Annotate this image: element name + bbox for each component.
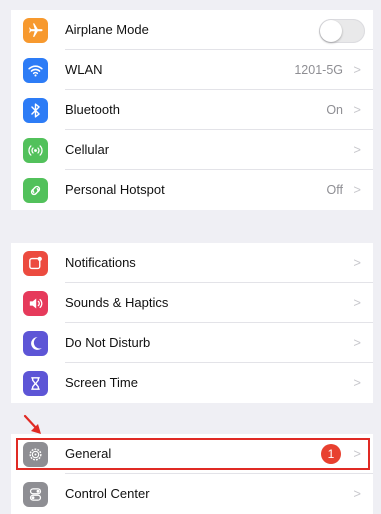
chevron-right-icon: > bbox=[353, 255, 361, 270]
bluetooth-label: Bluetooth bbox=[65, 102, 120, 117]
wlan-label: WLAN bbox=[65, 62, 103, 77]
airplane-mode-row[interactable]: Airplane Mode bbox=[11, 10, 373, 50]
chevron-right-icon: > bbox=[353, 295, 361, 310]
airplane-icon bbox=[23, 18, 48, 43]
airplane-mode-toggle[interactable] bbox=[319, 19, 365, 43]
chevron-right-icon: > bbox=[353, 142, 361, 157]
wlan-row[interactable]: WLAN 1201-5G > bbox=[11, 50, 373, 90]
screen-time-row[interactable]: Screen Time > bbox=[11, 363, 373, 403]
notifications-icon bbox=[23, 251, 48, 276]
bluetooth-row[interactable]: Bluetooth On > bbox=[11, 90, 373, 130]
personal-hotspot-label: Personal Hotspot bbox=[65, 182, 165, 197]
chevron-right-icon: > bbox=[353, 182, 361, 197]
chevron-right-icon: > bbox=[353, 486, 361, 501]
control-center-icon bbox=[23, 482, 48, 507]
do-not-disturb-row[interactable]: Do Not Disturb > bbox=[11, 323, 373, 363]
cellular-row[interactable]: Cellular > bbox=[11, 130, 373, 170]
annotation-arrow-icon bbox=[23, 414, 41, 434]
personal-hotspot-row[interactable]: Personal Hotspot Off > bbox=[11, 170, 373, 210]
sounds-haptics-row[interactable]: Sounds & Haptics > bbox=[11, 283, 373, 323]
do-not-disturb-label: Do Not Disturb bbox=[65, 335, 151, 350]
moon-icon bbox=[23, 331, 48, 356]
screen-time-label: Screen Time bbox=[65, 375, 138, 390]
general-highlight-box bbox=[16, 438, 370, 470]
settings-group-connectivity: Airplane Mode WLAN 1201-5G > Bluetooth O… bbox=[11, 10, 373, 210]
notifications-row[interactable]: Notifications > bbox=[11, 243, 373, 283]
personal-hotspot-value: Off bbox=[326, 183, 343, 197]
cellular-icon bbox=[23, 138, 48, 163]
bluetooth-icon bbox=[23, 98, 48, 123]
chevron-right-icon: > bbox=[353, 375, 361, 390]
notifications-label: Notifications bbox=[65, 255, 136, 270]
chevron-right-icon: > bbox=[353, 335, 361, 350]
wlan-value: 1201-5G bbox=[294, 63, 343, 77]
toggle-knob bbox=[320, 20, 342, 42]
chevron-right-icon: > bbox=[353, 62, 361, 77]
control-center-row[interactable]: Control Center > bbox=[11, 474, 373, 514]
airplane-mode-label: Airplane Mode bbox=[65, 22, 149, 37]
speaker-icon bbox=[23, 291, 48, 316]
bluetooth-value: On bbox=[326, 103, 343, 117]
control-center-label: Control Center bbox=[65, 486, 150, 501]
wifi-icon bbox=[23, 58, 48, 83]
cellular-label: Cellular bbox=[65, 142, 110, 157]
chevron-right-icon: > bbox=[353, 102, 361, 117]
hourglass-icon bbox=[23, 371, 48, 396]
hotspot-icon bbox=[23, 178, 48, 203]
sounds-haptics-label: Sounds & Haptics bbox=[65, 295, 169, 310]
settings-group-notifications: Notifications > Sounds & Haptics > Do No… bbox=[11, 243, 373, 403]
